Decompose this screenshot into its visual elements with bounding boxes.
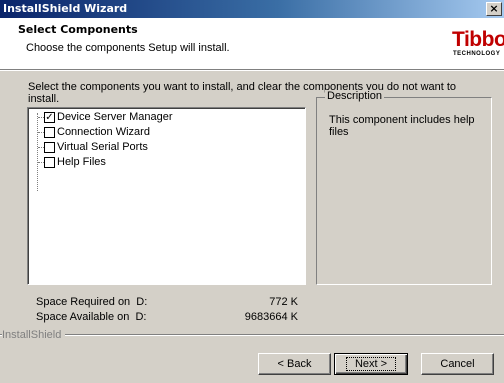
close-button[interactable]: × (486, 2, 502, 16)
installshield-brand: InstallShield (2, 329, 66, 341)
checkbox[interactable]: ✓ (44, 112, 55, 123)
checkbox[interactable] (44, 142, 55, 153)
description-text: This component includes help files (329, 114, 475, 138)
page-title: Select Components (18, 23, 138, 36)
checkbox[interactable] (44, 127, 55, 138)
component-label: Help Files (57, 156, 106, 168)
description-group: Description This component includes help… (316, 90, 492, 285)
header-divider (0, 69, 504, 71)
tibbo-logo: Tibbo TECHNOLOGY (452, 28, 504, 64)
tree-connector-line (37, 113, 38, 191)
next-button-label: Next > (345, 357, 397, 371)
space-required-label: Space Required on D: (36, 296, 148, 308)
checkbox[interactable] (44, 157, 55, 168)
space-required-value: 772 K (269, 296, 298, 308)
space-available-label: Space Available on D: (36, 311, 147, 323)
logo-subtext: TECHNOLOGY (453, 51, 501, 57)
component-label: Virtual Serial Ports (57, 141, 148, 153)
next-button[interactable]: Next > (334, 353, 408, 375)
page-subtitle: Choose the components Setup will install… (26, 42, 230, 54)
footer-divider (0, 334, 504, 336)
back-button[interactable]: < Back (258, 353, 331, 375)
header-panel: Select Components Choose the components … (0, 18, 504, 69)
space-required-row: Space Required on D: 772 K (36, 296, 298, 309)
component-label: Connection Wizard (57, 126, 150, 138)
space-available-row: Space Available on D: 9683664 K (36, 311, 298, 324)
component-label: Device Server Manager (57, 111, 173, 123)
cancel-button[interactable]: Cancel (421, 353, 494, 375)
logo-text: Tibbo (452, 28, 504, 51)
title-bar: InstallShield Wizard × (0, 0, 504, 18)
components-tree[interactable]: ✓ Device Server Manager Connection Wizar… (27, 107, 306, 285)
space-available-value: 9683664 K (244, 311, 298, 323)
window-title: InstallShield Wizard (3, 2, 128, 15)
description-legend: Description (325, 90, 385, 102)
